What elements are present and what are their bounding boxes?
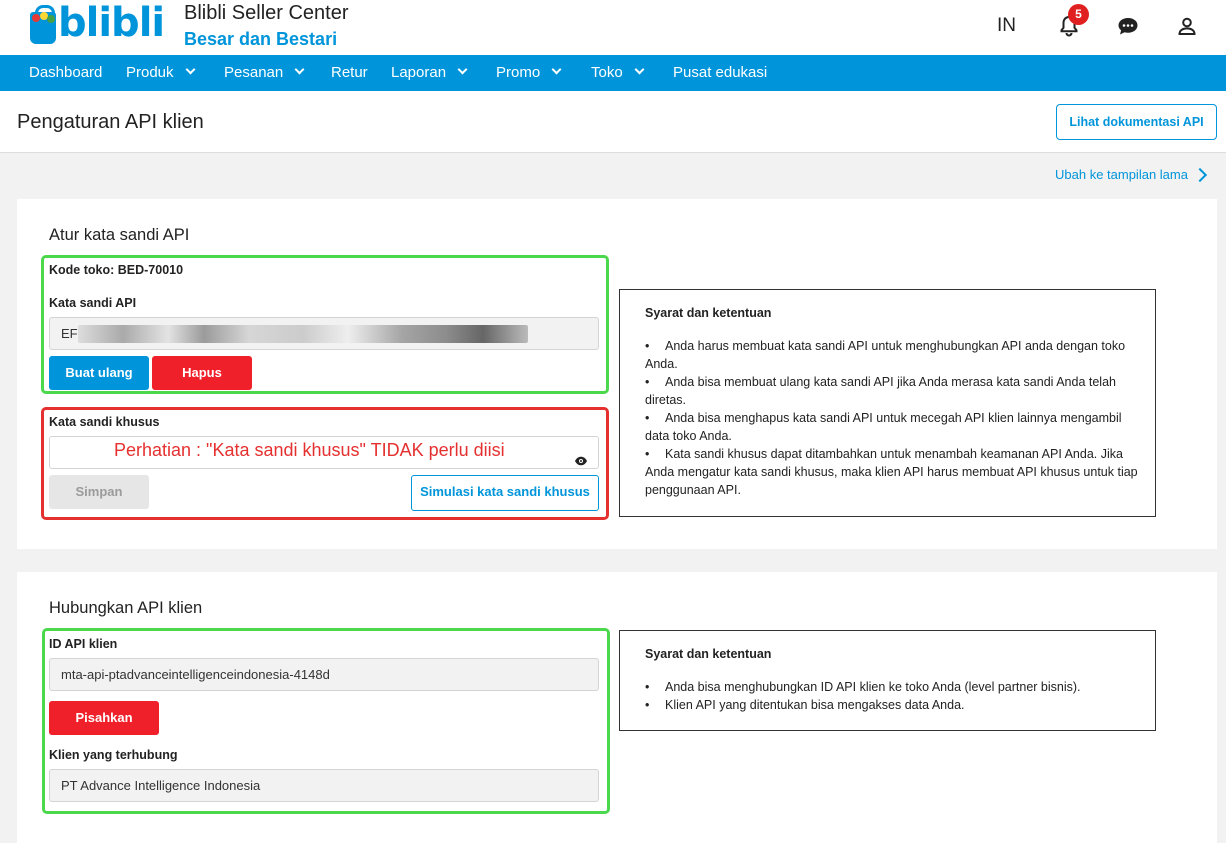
save-button[interactable]: Simpan <box>49 475 149 509</box>
terms-item: • Klien API yang ditentukan bisa mengakse… <box>645 698 965 712</box>
chevron-down-icon <box>185 64 195 75</box>
main-navigation: Dashboard Produk Pesanan Retur Laporan P… <box>0 55 1226 91</box>
chat-icon[interactable] <box>1115 13 1141 39</box>
logo-text: blibli <box>58 0 165 46</box>
warning-annotation: Perhatian : "Kata sandi khusus" TIDAK pe… <box>114 440 505 460</box>
chevron-down-icon <box>294 64 305 75</box>
connected-client-field[interactable]: PT Advance Intelligence Indonesia <box>49 769 599 802</box>
section-title: Hubungkan API klien <box>49 599 203 617</box>
nav-label: Toko <box>591 64 623 81</box>
nav-toko[interactable]: Toko <box>591 55 645 91</box>
nav-retur[interactable]: Retur <box>331 55 368 91</box>
terms-title: Syarat dan ketentuan <box>645 647 772 661</box>
terms-item: • Anda bisa menghubungkan ID API klien ke… <box>645 680 1081 694</box>
user-account-icon[interactable] <box>1174 13 1200 39</box>
client-api-card: Hubungkan API klien ID API klien mta-api… <box>17 572 1217 843</box>
notification-badge: 5 <box>1068 4 1089 25</box>
terms-item: • Anda bisa membuat ulang kata sandi API … <box>645 375 1116 407</box>
api-docs-button[interactable]: Lihat dokumentasi API <box>1056 104 1217 140</box>
nav-label: Produk <box>126 64 174 81</box>
nav-laporan[interactable]: Laporan <box>391 55 468 91</box>
nav-promo[interactable]: Promo <box>496 55 562 91</box>
terms-item: • Anda harus membuat kata sandi API untuk… <box>645 339 1126 371</box>
nav-produk[interactable]: Produk <box>126 55 195 91</box>
nav-dashboard[interactable]: Dashboard <box>29 55 102 91</box>
terms-title: Syarat dan ketentuan <box>645 306 772 320</box>
nav-label: Laporan <box>391 64 447 81</box>
blibli-logo[interactable]: blibli <box>30 0 165 48</box>
custom-password-input[interactable]: Perhatian : "Kata sandi khusus" TIDAK pe… <box>49 436 599 469</box>
brand-subtitle: Besar dan Bestari <box>184 29 338 49</box>
terms-box: Syarat dan ketentuan • Anda bisa menghubu… <box>619 630 1156 731</box>
regenerate-button[interactable]: Buat ulang <box>49 356 149 390</box>
terms-list: • Anda harus membuat kata sandi API untuk… <box>645 337 1145 499</box>
nav-label: Promo <box>496 64 541 81</box>
language-switcher[interactable]: IN <box>997 15 1016 37</box>
brand-title: Blibli Seller Center <box>184 2 349 24</box>
chevron-down-icon <box>634 64 645 75</box>
chevron-down-icon <box>457 64 468 75</box>
terms-box: Syarat dan ketentuan • Anda harus membuat… <box>619 289 1156 517</box>
api-password-card: Atur kata sandi API Kode toko: BED-70010… <box>17 199 1217 549</box>
chevron-down-icon <box>551 64 562 75</box>
api-password-field[interactable]: EF <box>49 317 599 350</box>
old-view-link[interactable]: Ubah ke tampilan lama <box>1055 167 1188 182</box>
shopping-bag-icon <box>30 5 56 44</box>
custom-password-label: Kata sandi khusus <box>49 415 160 429</box>
nav-label: Retur <box>331 64 368 81</box>
nav-label: Dashboard <box>29 64 103 81</box>
nav-label: Pusat edukasi <box>673 64 768 81</box>
page-header: Pengaturan API klien Lihat dokumentasi A… <box>0 91 1226 153</box>
client-id-field[interactable]: mta-api-ptadvanceintelligenceindonesia-4… <box>49 658 599 691</box>
nav-label: Pesanan <box>224 64 284 81</box>
redacted-blur <box>78 325 528 343</box>
section-title: Atur kata sandi API <box>49 226 190 244</box>
nav-pesanan[interactable]: Pesanan <box>224 55 305 91</box>
chevron-right-icon[interactable] <box>1192 167 1208 183</box>
connected-client-label: Klien yang terhubung <box>49 748 178 762</box>
simulate-custom-password-button[interactable]: Simulasi kata sandi khusus <box>411 475 599 511</box>
nav-pusat-edukasi[interactable]: Pusat edukasi <box>673 55 767 91</box>
disconnect-button[interactable]: Pisahkan <box>49 701 159 735</box>
page-title: Pengaturan API klien <box>17 111 204 133</box>
delete-button[interactable]: Hapus <box>152 356 252 390</box>
terms-list: • Anda bisa menghubungkan ID API klien ke… <box>645 678 1145 714</box>
store-code: Kode toko: BED-70010 <box>49 263 184 277</box>
terms-item: • Kata sandi khusus dapat ditambahkan unt… <box>645 447 1138 497</box>
eye-icon[interactable] <box>574 447 588 468</box>
top-header: blibli Blibli Seller Center Besar dan Be… <box>0 0 1226 55</box>
api-password-value: EF <box>61 326 78 341</box>
api-password-label: Kata sandi API <box>49 296 137 310</box>
terms-item: • Anda bisa menghapus kata sandi API untu… <box>645 411 1122 443</box>
client-id-label: ID API klien <box>49 637 118 651</box>
